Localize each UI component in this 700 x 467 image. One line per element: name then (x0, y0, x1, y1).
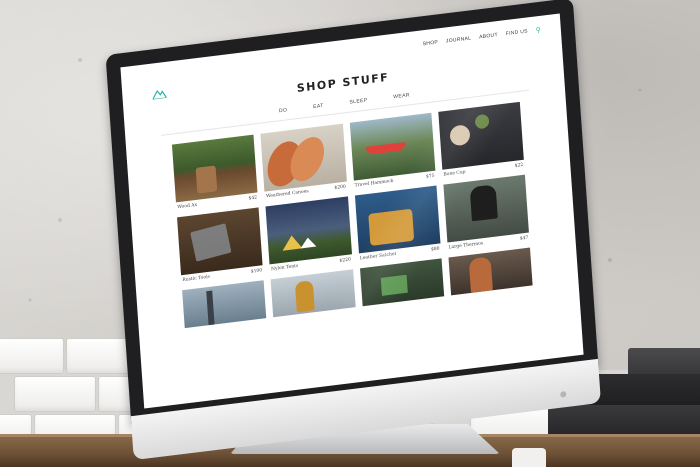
product-price: $200 (334, 184, 346, 192)
product-card[interactable]: Large Thermos $47 (443, 174, 529, 251)
nav-shop[interactable]: SHOP (423, 39, 439, 47)
product-name: Rustic Tools (182, 274, 211, 284)
product-price: $47 (519, 235, 529, 242)
product-card[interactable]: Bone Cup $22 (438, 101, 524, 178)
product-card[interactable]: Nylon Tents $220 (265, 196, 352, 273)
product-photo[interactable] (359, 258, 444, 307)
category-eat[interactable]: EAT (313, 103, 324, 110)
product-card[interactable] (270, 269, 356, 318)
product-card[interactable] (359, 258, 444, 307)
product-name: Leather Satchel (359, 251, 397, 262)
power-indicator-icon (560, 390, 567, 398)
product-card[interactable]: Travel Hammock $75 (349, 112, 436, 189)
product-price: $42 (248, 195, 258, 202)
product-name: Large Thermos (448, 241, 484, 251)
product-photo[interactable] (171, 134, 258, 203)
screen: SHOP JOURNAL ABOUT FIND US ⚲ SHOP STUFF … (120, 13, 584, 409)
product-card[interactable]: Rustic Tools $100 (177, 207, 263, 283)
product-price: $75 (425, 173, 435, 180)
nav-journal[interactable]: JOURNAL (446, 35, 472, 44)
product-photo[interactable] (443, 174, 529, 243)
nav-find-us[interactable]: FIND US (506, 28, 528, 37)
product-name: Nylon Tents (270, 263, 299, 273)
product-name: Weathered Canoes (265, 189, 309, 200)
product-photo[interactable] (260, 123, 347, 192)
product-price: $80 (430, 246, 440, 253)
white-cup (512, 448, 546, 467)
product-photo[interactable] (349, 112, 436, 181)
product-grid: Wood Ax $42 Weathered Canoes $200 Travel H… (171, 101, 533, 329)
product-name: Wood Ax (177, 202, 198, 211)
nav-about[interactable]: ABOUT (479, 32, 498, 40)
monitor: SHOP JOURNAL ABOUT FIND US ⚲ SHOP STUFF … (105, 0, 601, 461)
product-photo[interactable] (354, 185, 441, 254)
product-card[interactable]: Leather Satchel $80 (354, 185, 441, 262)
product-price: $220 (339, 257, 352, 264)
product-price: $22 (514, 162, 524, 169)
product-photo[interactable] (448, 247, 533, 296)
product-photo[interactable] (270, 269, 356, 318)
product-card[interactable] (182, 280, 267, 329)
category-sleep[interactable]: SLEEP (349, 97, 367, 105)
product-photo[interactable] (265, 196, 352, 265)
main-nav: SHOP JOURNAL ABOUT FIND US ⚲ (422, 26, 542, 48)
product-card[interactable]: Wood Ax $42 (171, 134, 258, 211)
search-icon[interactable]: ⚲ (535, 26, 542, 35)
product-photo[interactable] (182, 280, 267, 329)
product-photo[interactable] (177, 207, 263, 276)
product-price: $100 (250, 268, 263, 275)
category-wear[interactable]: WEAR (393, 92, 410, 100)
category-do[interactable]: DO (279, 107, 288, 114)
product-name: Travel Hammock (354, 178, 394, 189)
product-card[interactable]: Weathered Canoes $200 (260, 123, 347, 200)
product-photo[interactable] (438, 101, 524, 170)
product-name: Bone Cup (443, 169, 466, 178)
product-card[interactable] (448, 247, 533, 296)
